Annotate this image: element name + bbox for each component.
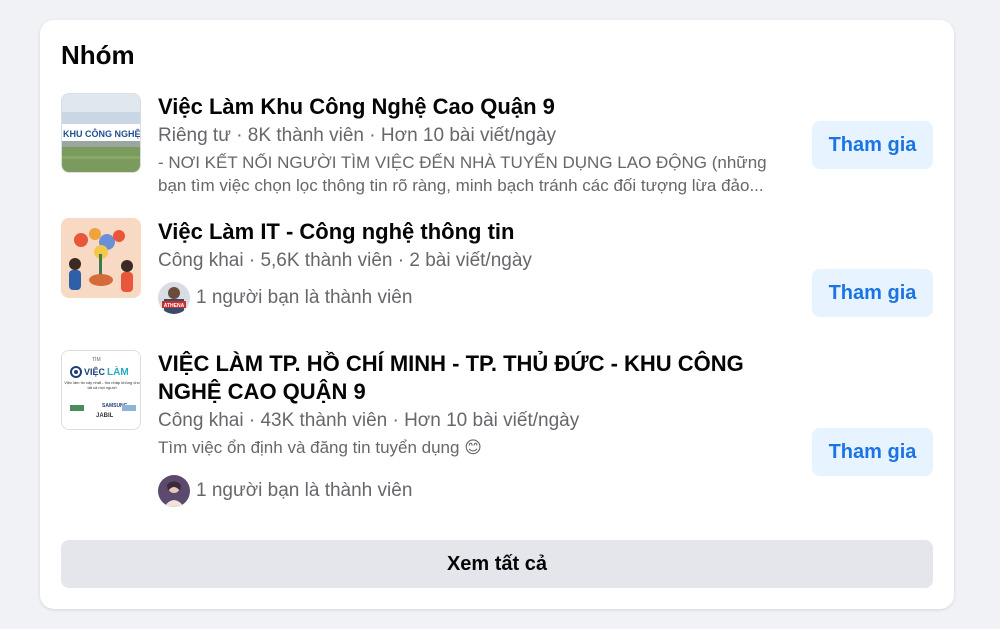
friend-avatar[interactable] [158, 475, 190, 507]
group-thumbnail[interactable]: KHU CÔNG NGHỆ CA [61, 93, 141, 173]
group-photo: KHU CÔNG NGHỆ CA [62, 94, 141, 172]
friends-row: ATHENA 1 người bạn là thành viên [158, 282, 798, 314]
group-illustration [61, 218, 141, 298]
group-info: Việc Làm Khu Công Nghệ Cao Quận 9 Riêng … [158, 93, 798, 197]
svg-text:TÌM: TÌM [92, 356, 101, 363]
group-description: Tìm việc ổn định và đăng tin tuyển dụng … [158, 438, 482, 457]
group-item[interactable]: KHU CÔNG NGHỆ CA Việc Làm Khu Công Nghệ … [61, 93, 933, 203]
friend-photo: ATHENA [158, 282, 190, 314]
group-meta: Công khai · 5,6K thành viên · 2 bài viết… [158, 250, 532, 271]
group-name[interactable]: VIỆC LÀM TP. HỒ CHÍ MINH - TP. THỦ ĐỨC -… [158, 350, 798, 406]
group-name[interactable]: Việc Làm IT - Công nghệ thông tin [158, 218, 798, 246]
section-title: Nhóm [61, 40, 135, 70]
friends-text: 1 người bạn là thành viên [196, 480, 413, 501]
friends-text: 1 người bạn là thành viên [196, 287, 413, 308]
thumbnail-sign-text: KHU CÔNG NGHỆ CA [63, 128, 141, 139]
group-thumbnail[interactable] [61, 218, 141, 298]
group-item[interactable]: TÌM VIỆC LÀM Việc làm tin cậy nhất - thu… [61, 350, 933, 510]
group-item[interactable]: Việc Làm IT - Công nghệ thông tin Công k… [61, 218, 933, 328]
group-meta: Riêng tư · 8K thành viên · Hơn 10 bài vi… [158, 125, 557, 146]
svg-text:LÀM: LÀM [107, 365, 129, 378]
svg-text:VIỆC: VIỆC [84, 366, 106, 377]
friends-row: 1 người bạn là thành viên [158, 475, 798, 507]
group-info: VIỆC LÀM TP. HỒ CHÍ MINH - TP. THỦ ĐỨC -… [158, 350, 798, 507]
group-info: Việc Làm IT - Công nghệ thông tin Công k… [158, 218, 798, 314]
friend-avatar[interactable]: ATHENA [158, 282, 190, 314]
group-thumbnail[interactable]: TÌM VIỆC LÀM Việc làm tin cậy nhất - thu… [61, 350, 141, 430]
groups-card: Nhóm KHU CÔNG NGHỆ CA Việc Làm Khu Công … [40, 20, 954, 609]
friend-photo [158, 475, 190, 507]
group-name[interactable]: Việc Làm Khu Công Nghệ Cao Quận 9 [158, 93, 798, 121]
group-logo: TÌM VIỆC LÀM Việc làm tin cậy nhất - thu… [62, 351, 140, 429]
join-button[interactable]: Tham gia [812, 121, 933, 169]
join-button[interactable]: Tham gia [812, 269, 933, 317]
group-meta: Công khai · 43K thành viên · Hơn 10 bài … [158, 410, 580, 431]
see-all-button[interactable]: Xem tất cả [61, 540, 933, 588]
svg-text:JABIL: JABIL [96, 413, 114, 419]
svg-text:ATHENA: ATHENA [164, 303, 185, 309]
group-description: - NƠI KẾT NỐI NGƯỜI TÌM VIỆC ĐẾN NHÀ TUY… [158, 153, 767, 195]
join-button[interactable]: Tham gia [812, 428, 933, 476]
